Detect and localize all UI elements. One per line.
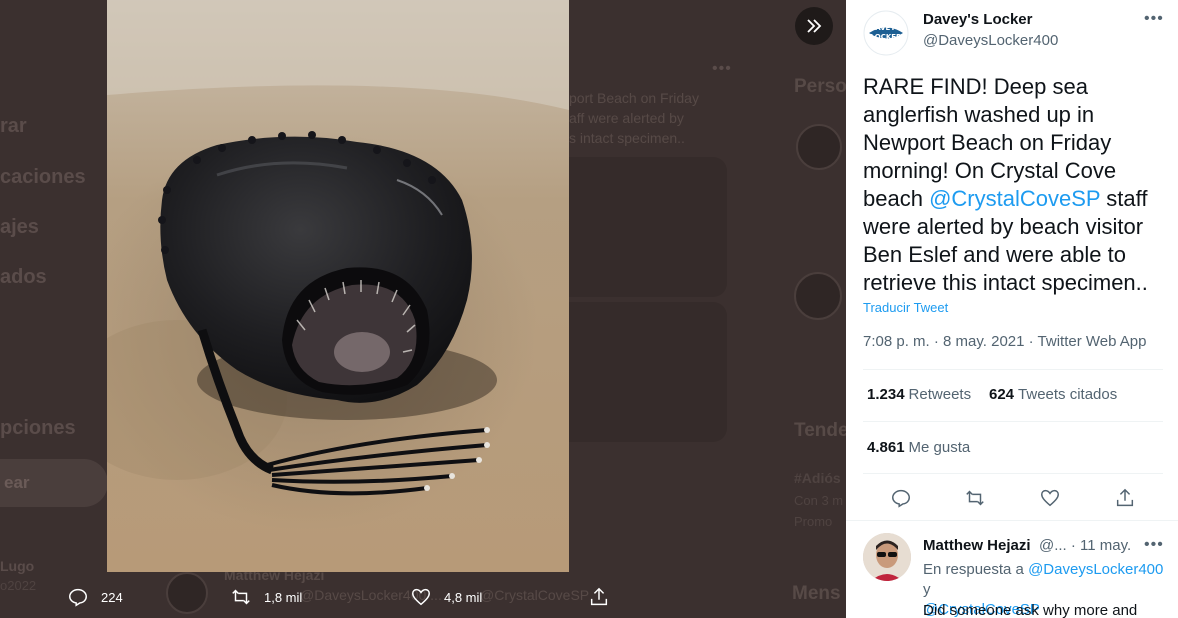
quotes-count: 624 bbox=[989, 386, 1015, 403]
heart-icon bbox=[412, 588, 430, 606]
reply-mention-link[interactable]: @DaveysLocker400 bbox=[1028, 561, 1163, 578]
bg-avatar bbox=[794, 272, 842, 320]
bg-account-name: Lugo bbox=[0, 558, 35, 574]
bg-trend-meta: Promo bbox=[794, 514, 833, 529]
retweet-icon bbox=[232, 589, 250, 605]
quotes-stat[interactable]: 624 Tweets citados bbox=[989, 386, 1117, 403]
divider bbox=[863, 473, 1163, 474]
reply-button[interactable] bbox=[890, 487, 912, 509]
author-avatar[interactable]: DAVEY'S LOCKER bbox=[863, 10, 909, 56]
anglerfish-photo bbox=[107, 0, 569, 572]
likes-stat[interactable]: 4.861 Me gusta bbox=[867, 439, 970, 456]
chevrons-right-icon bbox=[807, 19, 822, 33]
more-options-icon[interactable]: ••• bbox=[1144, 10, 1164, 28]
share-icon bbox=[590, 587, 608, 606]
reply-icon bbox=[69, 588, 87, 607]
translate-tweet-link[interactable]: Traducir Tweet bbox=[863, 300, 948, 315]
bg-media-card bbox=[569, 302, 727, 442]
reply-context-prefix: En respuesta a bbox=[923, 561, 1029, 578]
tweet-timestamp[interactable]: 7:08 p. m. · 8 may. 2021 · Twitter Web A… bbox=[863, 333, 1146, 350]
tweet-photo[interactable] bbox=[107, 0, 569, 572]
reply-icon bbox=[892, 489, 910, 508]
tweet-mention-link[interactable]: @CrystalCoveSP bbox=[929, 186, 1100, 211]
photo-share-button[interactable] bbox=[588, 585, 622, 609]
author-name[interactable]: Davey's Locker bbox=[923, 11, 1032, 28]
bg-heading: Mens bbox=[792, 583, 841, 604]
photo-retweet-count: 1,8 mil bbox=[264, 589, 303, 605]
photo-reply-count: 224 bbox=[101, 589, 123, 605]
photo-reply-button[interactable]: 224 bbox=[67, 585, 123, 609]
tweet-detail-panel: DAVEY'S LOCKER Davey's Locker @DaveysLoc… bbox=[846, 0, 1178, 618]
nav-item: ados bbox=[0, 266, 47, 288]
reply-avatar-image bbox=[863, 533, 911, 581]
share-button[interactable] bbox=[1114, 487, 1136, 509]
heart-icon bbox=[1041, 489, 1059, 507]
bg-trend: #Adiós bbox=[794, 470, 841, 486]
tweet-text: RARE FIND! Deep sea anglerfish washed up… bbox=[863, 73, 1168, 297]
share-icon bbox=[1116, 488, 1134, 507]
retweet-button[interactable] bbox=[964, 487, 986, 509]
reply-more-icon[interactable]: ••• bbox=[1144, 536, 1164, 554]
bg-media-card bbox=[569, 157, 727, 297]
quotes-label: Tweets citados bbox=[1018, 386, 1118, 403]
likes-label: Me gusta bbox=[908, 439, 971, 456]
bg-heading: Tende bbox=[794, 420, 846, 441]
photo-like-count: 4,8 mil bbox=[444, 589, 483, 605]
nav-item: rar bbox=[0, 115, 27, 137]
retweets-stat[interactable]: 1.234 Retweets bbox=[867, 386, 971, 403]
logo-line-2: LOCKER bbox=[871, 33, 903, 41]
bg-avatar bbox=[796, 124, 842, 170]
reply-author-name[interactable]: Matthew Hejazi bbox=[923, 537, 1031, 554]
bg-tweet-line: port Beach on Friday bbox=[569, 90, 699, 106]
author-handle[interactable]: @DaveysLocker400 bbox=[923, 32, 1058, 49]
bg-tweet-line: s intact specimen.. bbox=[569, 130, 685, 146]
reply-text: Did someone ask why more and bbox=[923, 602, 1138, 618]
bg-trend-meta: Con 3 m bbox=[794, 493, 844, 508]
reply-handle-time[interactable]: @... · 11 may. bbox=[1039, 537, 1131, 554]
divider bbox=[846, 520, 1178, 521]
daveys-locker-logo: DAVEY'S LOCKER bbox=[863, 10, 909, 56]
like-button[interactable] bbox=[1039, 487, 1061, 509]
tweet-nav-button: ear bbox=[0, 459, 108, 507]
nav-item: caciones bbox=[0, 166, 86, 188]
bg-heading: Perso bbox=[794, 76, 846, 97]
bg-tweet-line: aff were alerted by bbox=[569, 110, 684, 126]
divider bbox=[863, 421, 1163, 422]
nav-item: ajes bbox=[0, 216, 39, 238]
bg-more-icon: ••• bbox=[712, 60, 732, 77]
retweet-icon bbox=[966, 490, 984, 506]
expand-panel-button[interactable] bbox=[795, 7, 833, 45]
reply-context-joiner: y bbox=[923, 581, 931, 598]
bg-avatar bbox=[166, 572, 208, 614]
retweets-count: 1.234 bbox=[867, 386, 905, 403]
nav-item: pciones bbox=[0, 417, 76, 439]
reply-avatar[interactable] bbox=[863, 533, 911, 581]
logo-line-1: DAVEY'S bbox=[869, 24, 902, 32]
retweets-label: Retweets bbox=[908, 386, 972, 403]
bg-reply-line: @CrystalCoveSP bbox=[480, 587, 590, 603]
photo-like-button[interactable]: 4,8 mil bbox=[410, 585, 482, 609]
photo-retweet-button[interactable]: 1,8 mil bbox=[230, 585, 302, 609]
bg-account-handle: o2022 bbox=[0, 578, 37, 593]
likes-count: 4.861 bbox=[867, 439, 905, 456]
divider bbox=[863, 369, 1163, 370]
